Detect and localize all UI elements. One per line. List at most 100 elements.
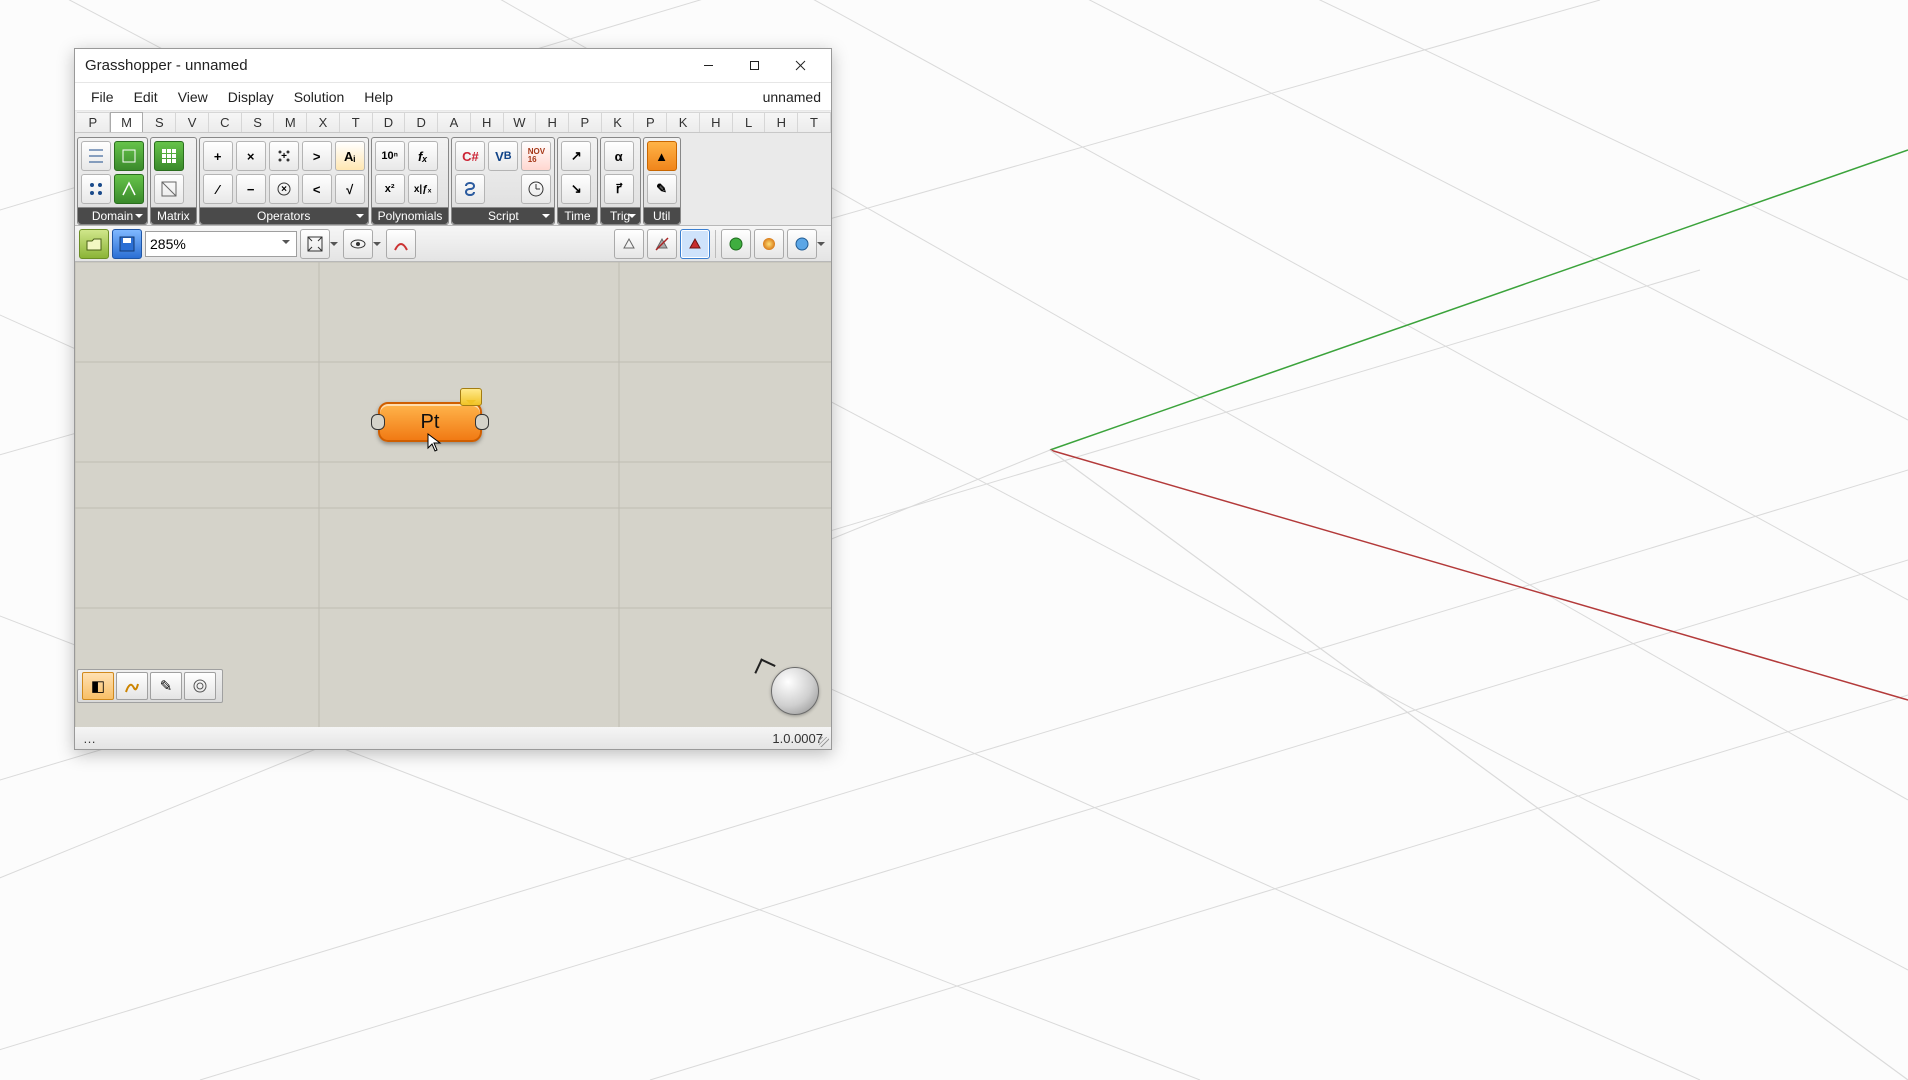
cos-tool-icon[interactable]: r⃗ — [604, 174, 634, 204]
point-component[interactable]: Pt — [378, 402, 482, 442]
xfx-tool-icon[interactable]: x|ƒₓ — [408, 174, 438, 204]
widget-mesh-icon[interactable] — [116, 672, 148, 700]
shaded-preview-button[interactable] — [680, 229, 710, 259]
tab-1[interactable]: M — [110, 112, 144, 132]
statusbar: … 1.0.0007 — [75, 727, 831, 749]
calendar-tool-icon[interactable]: NOV16 — [521, 141, 551, 171]
ribbon-label-domain[interactable]: Domain — [78, 207, 147, 224]
matrix-transpose-icon[interactable] — [154, 174, 184, 204]
ribbon-label-util[interactable]: Util — [644, 207, 680, 224]
csharp-tool-icon[interactable]: C# — [455, 141, 485, 171]
tab-18[interactable]: K — [667, 112, 700, 132]
ribbon-label-polynomials[interactable]: Polynomials — [372, 207, 449, 224]
bounds-tool-icon[interactable] — [114, 141, 144, 171]
ribbon-label-time[interactable]: Time — [558, 207, 596, 224]
navigation-compass[interactable] — [771, 667, 819, 715]
util-tool-icon-2[interactable]: ✎ — [647, 174, 677, 204]
only-selected-button[interactable] — [721, 229, 751, 259]
ribbon-group-trig: α r⃗ Trig — [600, 137, 641, 225]
tab-0[interactable]: P — [77, 112, 110, 132]
tab-17[interactable]: P — [634, 112, 667, 132]
sketch-button[interactable] — [386, 229, 416, 259]
wireframe-preview-button[interactable] — [614, 229, 644, 259]
tab-20[interactable]: L — [733, 112, 766, 132]
mass-mul-tool-icon[interactable]: × — [269, 174, 299, 204]
zoom-extents-button[interactable] — [300, 229, 330, 259]
widget-align-icon[interactable] — [184, 672, 216, 700]
zoom-combo[interactable]: 285% — [145, 231, 297, 257]
ribbon-label-trig[interactable]: Trig — [601, 207, 640, 224]
tab-9[interactable]: D — [373, 112, 406, 132]
tab-6[interactable]: M — [274, 112, 307, 132]
tab-3[interactable]: V — [176, 112, 209, 132]
minimize-button[interactable] — [685, 51, 731, 81]
subtract-tool-icon[interactable]: − — [236, 174, 266, 204]
add-tool-icon[interactable]: + — [203, 141, 233, 171]
save-button[interactable] — [112, 229, 142, 259]
warning-balloon-icon[interactable] — [460, 388, 482, 406]
svg-text:×: × — [281, 184, 287, 195]
sin-tool-icon[interactable]: α — [604, 141, 634, 171]
menu-file[interactable]: File — [81, 85, 124, 109]
tab-13[interactable]: W — [504, 112, 537, 132]
util-tool-icon-1[interactable]: ▲ — [647, 141, 677, 171]
tab-7[interactable]: X — [307, 112, 340, 132]
consecutive-tool-icon[interactable] — [81, 174, 111, 204]
power2-tool-icon[interactable]: x² — [375, 174, 405, 204]
menu-view[interactable]: View — [168, 85, 218, 109]
input-grip[interactable] — [371, 414, 385, 430]
widget-markov-icon[interactable]: ✎ — [150, 672, 182, 700]
no-preview-button[interactable] — [647, 229, 677, 259]
widget-profiler-icon[interactable]: ◧ — [82, 672, 114, 700]
output-grip[interactable] — [475, 414, 489, 430]
tab-11[interactable]: A — [438, 112, 471, 132]
menu-edit[interactable]: Edit — [124, 85, 168, 109]
tab-4[interactable]: C — [209, 112, 242, 132]
domain-tool-icon[interactable] — [81, 141, 111, 171]
expression-tool-icon[interactable]: Aᵢ — [335, 141, 365, 171]
open-button[interactable] — [79, 229, 109, 259]
python-tool-icon[interactable] — [455, 174, 485, 204]
tab-15[interactable]: P — [569, 112, 602, 132]
ribbon-label-script[interactable]: Script — [452, 207, 554, 224]
time-tool-icon-1[interactable]: ↗ — [561, 141, 591, 171]
equals-tool-icon[interactable]: √ — [335, 174, 365, 204]
preview-mesh-button[interactable] — [787, 229, 817, 259]
maximize-button[interactable] — [731, 51, 777, 81]
menu-solution[interactable]: Solution — [284, 85, 355, 109]
tab-21[interactable]: H — [765, 112, 798, 132]
remap-tool-icon[interactable] — [114, 174, 144, 204]
fx-tool-icon[interactable]: fₓ — [408, 141, 438, 171]
ribbon-group-domain: Domain — [77, 137, 148, 225]
menu-help[interactable]: Help — [354, 85, 403, 109]
close-button[interactable] — [777, 51, 823, 81]
mass-add-tool-icon[interactable]: + — [269, 141, 299, 171]
menu-display[interactable]: Display — [218, 85, 284, 109]
ribbon-label-operators[interactable]: Operators — [200, 207, 368, 224]
tab-2[interactable]: S — [143, 112, 176, 132]
multiply-tool-icon[interactable]: × — [236, 141, 266, 171]
power10-tool-icon[interactable]: 10ⁿ — [375, 141, 405, 171]
component-label: Pt — [421, 411, 440, 434]
tab-5[interactable]: S — [242, 112, 275, 132]
vb-tool-icon[interactable]: VB — [488, 141, 518, 171]
canvas[interactable]: Pt ◧ ✎ — [75, 262, 831, 727]
tab-19[interactable]: H — [700, 112, 733, 132]
document-preview-button[interactable] — [754, 229, 784, 259]
tab-12[interactable]: H — [471, 112, 504, 132]
tab-10[interactable]: D — [405, 112, 438, 132]
greater-than-tool-icon[interactable]: > — [302, 141, 332, 171]
tab-14[interactable]: H — [536, 112, 569, 132]
ribbon-group-util: ▲ ✎ Util — [643, 137, 681, 225]
zoom-value: 285% — [150, 236, 186, 252]
time-tool-icon-2[interactable]: ↘ — [561, 174, 591, 204]
clock-tool-icon[interactable] — [521, 174, 551, 204]
division-tool-icon[interactable]: ⁄ — [203, 174, 233, 204]
tab-8[interactable]: T — [340, 112, 373, 132]
tab-16[interactable]: K — [602, 112, 635, 132]
tab-22[interactable]: T — [798, 112, 831, 132]
less-than-tool-icon[interactable]: < — [302, 174, 332, 204]
preview-toggle-button[interactable] — [343, 229, 373, 259]
ribbon-label-matrix[interactable]: Matrix — [151, 207, 196, 224]
matrix-tool-icon[interactable] — [154, 141, 184, 171]
